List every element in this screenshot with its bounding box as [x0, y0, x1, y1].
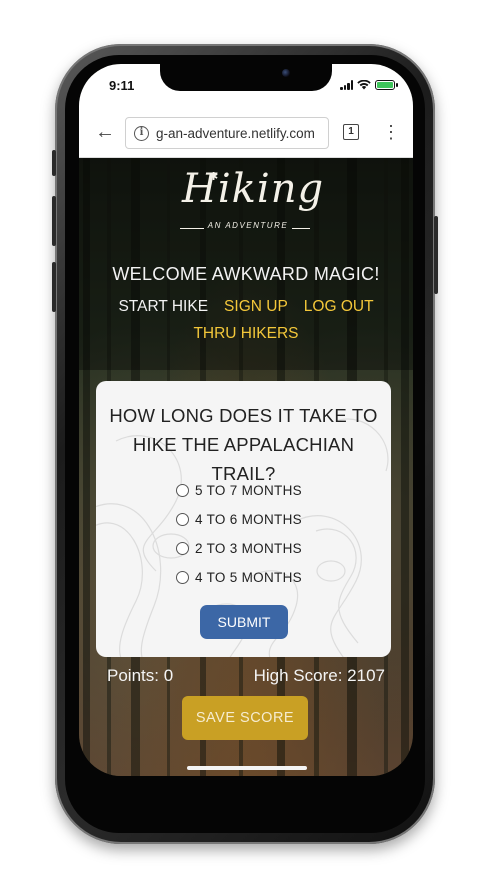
- answer-label: 5 TO 7 MONTHS: [195, 483, 302, 498]
- hiking-logo: Hiking ✱ AN ADVENTURE: [176, 166, 323, 242]
- radio-button[interactable]: [176, 513, 189, 526]
- answer-options: 5 TO 7 MONTHS 4 TO 6 MONTHS 2 TO 3 MONTH…: [176, 476, 346, 592]
- logo-rule-left: [180, 228, 204, 229]
- answer-label: 4 TO 6 MONTHS: [195, 512, 302, 527]
- answer-label: 2 TO 3 MONTHS: [195, 541, 302, 556]
- logo-rule-right: [292, 228, 310, 229]
- phone-screen: 9:11 ← i g-an-adventure.netlify.com 1 ⋮: [79, 64, 413, 776]
- radio-button[interactable]: [176, 542, 189, 555]
- quiz-question: HOW LONG DOES IT TAKE TO HIKE THE APPALA…: [109, 405, 378, 484]
- battery-charging-icon: [375, 80, 398, 90]
- nav-log-out[interactable]: LOG OUT: [304, 298, 374, 316]
- url-text: g-an-adventure.netlify.com: [156, 126, 315, 141]
- answer-label: 4 TO 5 MONTHS: [195, 570, 302, 585]
- status-icons: [340, 80, 398, 90]
- status-time: 9:11: [109, 78, 135, 93]
- points-counter: Points: 0: [107, 666, 174, 685]
- high-score: High Score: 2107: [253, 666, 385, 685]
- answer-option-2[interactable]: 4 TO 6 MONTHS: [176, 505, 346, 534]
- radio-button[interactable]: [176, 571, 189, 584]
- mute-switch: [52, 150, 56, 176]
- front-camera: [282, 69, 290, 77]
- phone-notch: [160, 64, 332, 91]
- address-bar[interactable]: i g-an-adventure.netlify.com: [125, 117, 329, 149]
- web-page: Hiking ✱ AN ADVENTURE WELCOME AWKWARD MA…: [79, 158, 413, 776]
- nav-thru-hikers[interactable]: THRU HIKERS: [193, 325, 298, 343]
- quiz-card: HOW LONG DOES IT TAKE TO HIKE THE APPALA…: [96, 381, 391, 657]
- save-score-button[interactable]: SAVE SCORE: [182, 696, 308, 740]
- logo-word: Hiking: [182, 166, 325, 212]
- overflow-menu-icon[interactable]: ⋮: [382, 120, 400, 144]
- main-nav: START HIKE SIGN UP LOG OUT THRU HIKERS: [79, 298, 413, 352]
- answer-option-1[interactable]: 5 TO 7 MONTHS: [176, 476, 346, 505]
- tabs-icon[interactable]: 1: [343, 124, 359, 140]
- volume-down-button: [52, 262, 56, 312]
- back-arrow-icon[interactable]: ←: [93, 120, 117, 144]
- info-icon[interactable]: i: [134, 126, 149, 141]
- power-button: [434, 216, 438, 294]
- volume-up-button: [52, 196, 56, 246]
- submit-button[interactable]: SUBMIT: [200, 605, 288, 639]
- logo-subtitle: AN ADVENTURE: [207, 221, 289, 230]
- cellular-signal-icon: [340, 80, 353, 90]
- answer-option-4[interactable]: 4 TO 5 MONTHS: [176, 563, 346, 592]
- nav-sign-up[interactable]: SIGN UP: [224, 298, 288, 316]
- wifi-icon: [357, 80, 371, 90]
- nav-start-hike[interactable]: START HIKE: [118, 298, 208, 316]
- radio-button[interactable]: [176, 484, 189, 497]
- answer-option-3[interactable]: 2 TO 3 MONTHS: [176, 534, 346, 563]
- compass-star-icon: ✱: [209, 171, 219, 183]
- home-indicator[interactable]: [187, 766, 307, 770]
- welcome-message: WELCOME AWKWARD MAGIC!: [112, 264, 380, 284]
- browser-toolbar: ← i g-an-adventure.netlify.com 1 ⋮: [79, 108, 413, 158]
- score-row: Points: 0 High Score: 2107: [107, 666, 385, 688]
